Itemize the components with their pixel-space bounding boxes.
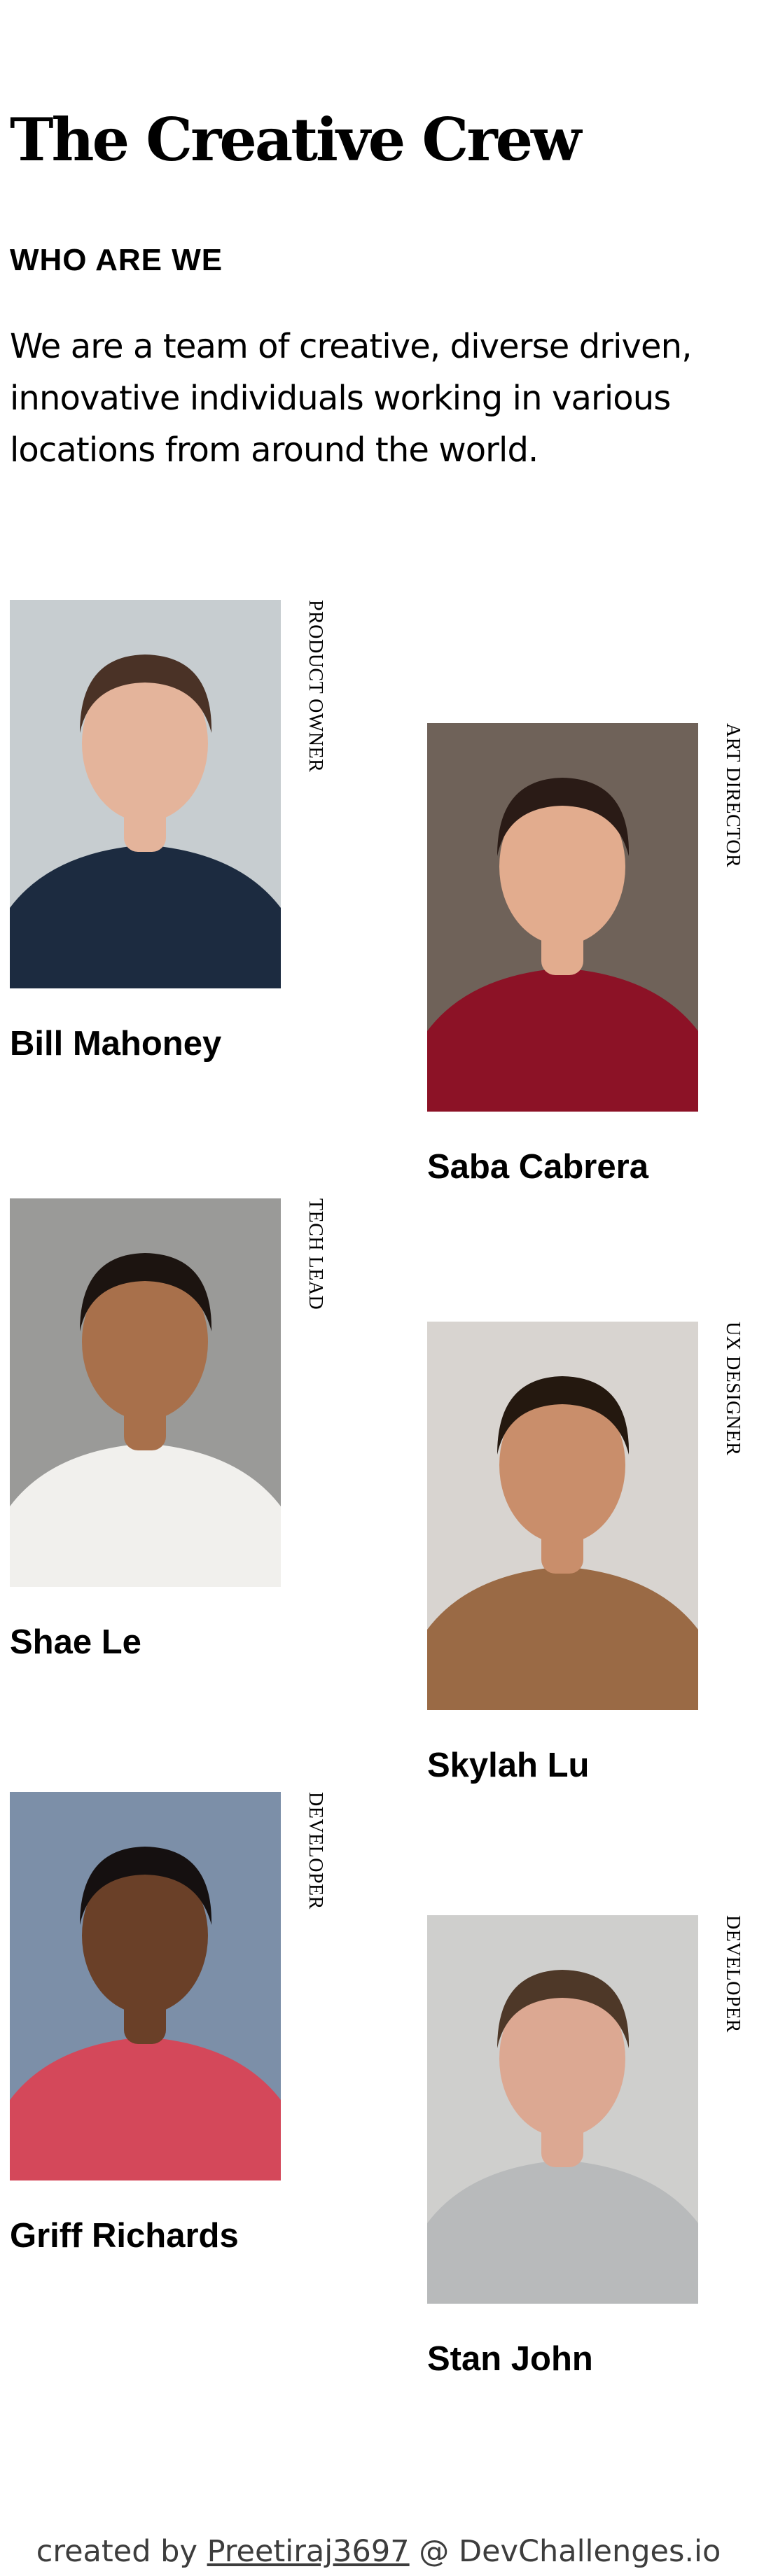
member-photo	[10, 600, 281, 988]
member-role: ART DIRECTOR	[722, 723, 744, 868]
section-heading: WHO ARE WE	[10, 243, 223, 277]
portrait-image	[427, 723, 698, 1112]
portrait-image	[427, 1322, 698, 1710]
member-role: DEVELOPER	[722, 1915, 744, 2033]
member-name: Saba Cabrera	[427, 1148, 648, 1186]
member-card: UX DESIGNER Skylah Lu	[427, 1322, 749, 1826]
member-role: TECH LEAD	[305, 1198, 326, 1310]
member-card: PRODUCT OWNER Bill Mahoney	[10, 600, 332, 1104]
member-card: TECH LEAD Shae Le	[10, 1198, 332, 1702]
member-card: ART DIRECTOR Saba Cabrera	[427, 723, 749, 1227]
member-name: Bill Mahoney	[10, 1025, 222, 1063]
member-photo	[427, 723, 698, 1112]
member-role: DEVELOPER	[305, 1792, 326, 1910]
intro-paragraph: We are a team of creative, diverse drive…	[10, 327, 692, 470]
portrait-image	[427, 1915, 698, 2304]
page-title: The Creative Crew	[10, 105, 581, 174]
member-role: PRODUCT OWNER	[305, 600, 326, 773]
portrait-image	[10, 600, 281, 988]
member-name: Stan John	[427, 2340, 593, 2378]
member-photo	[10, 1198, 281, 1587]
member-role: UX DESIGNER	[722, 1322, 744, 1456]
member-card: DEVELOPER Stan John	[427, 1915, 749, 2419]
portrait-image	[10, 1792, 281, 2180]
footer: created by Preetiraj3697 @ DevChallenges…	[0, 2537, 757, 2567]
member-name: Griff Richards	[10, 2217, 239, 2255]
portrait-image	[10, 1198, 281, 1587]
member-name: Skylah Lu	[427, 1746, 590, 1784]
member-card: DEVELOPER Griff Richards	[10, 1792, 332, 2296]
footer-suffix: @ DevChallenges.io	[409, 2534, 721, 2569]
footer-prefix: created by	[36, 2534, 207, 2569]
member-name: Shae Le	[10, 1623, 141, 1661]
member-photo	[10, 1792, 281, 2180]
member-photo	[427, 1915, 698, 2304]
member-photo	[427, 1322, 698, 1710]
author-link[interactable]: Preetiraj3697	[207, 2534, 410, 2569]
